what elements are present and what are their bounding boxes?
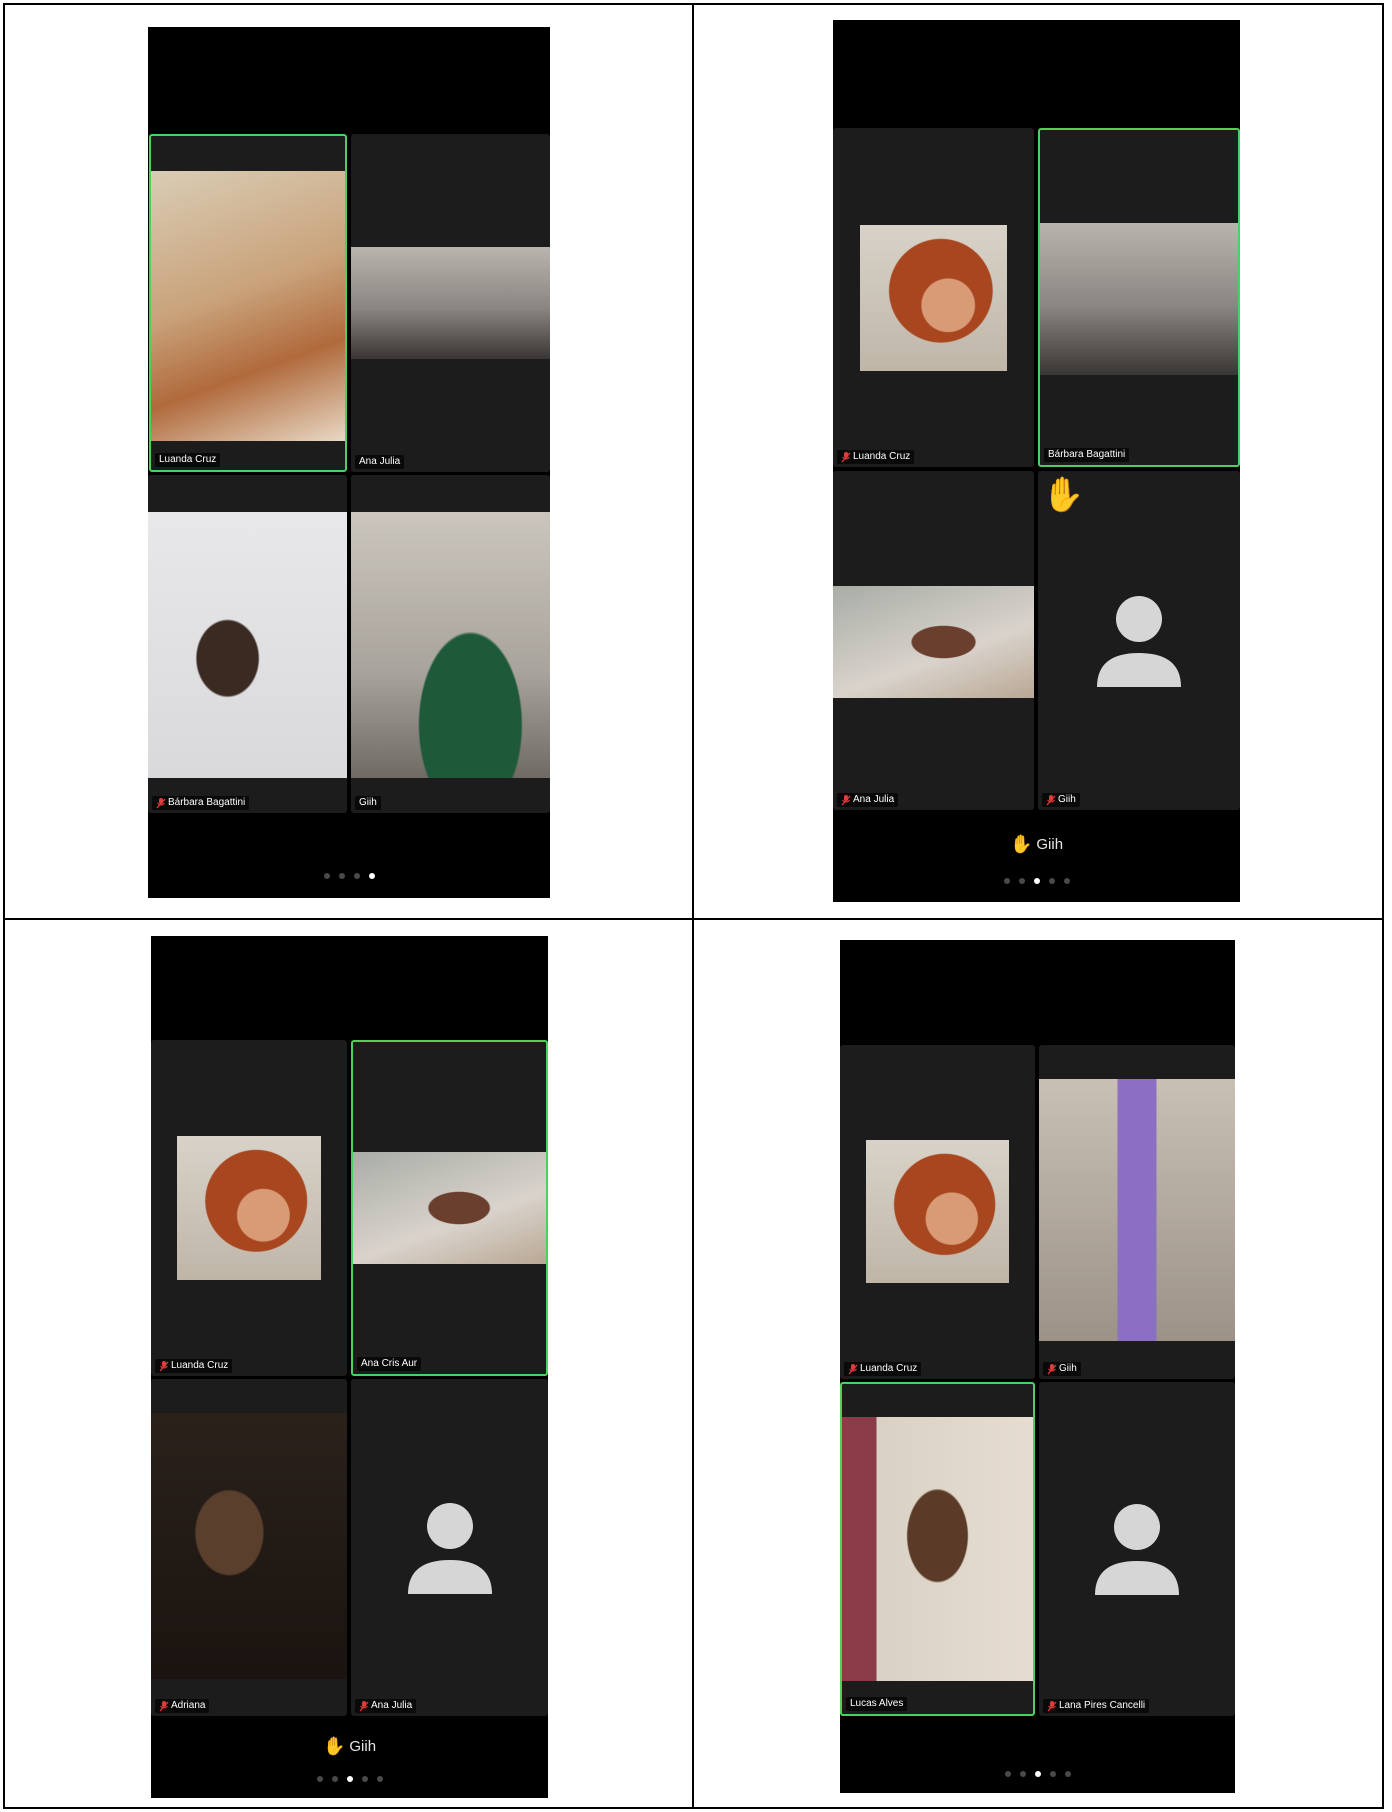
participant-tile[interactable]: Adriana: [151, 1379, 347, 1716]
mic-muted-icon: [159, 1700, 169, 1711]
page-indicator[interactable]: [148, 873, 550, 879]
page-dot[interactable]: [1019, 1771, 1026, 1777]
participant-tile[interactable]: ✋ Giih: [1038, 471, 1240, 810]
participant-video: [177, 1136, 321, 1280]
participant-video: [148, 512, 347, 778]
page-dot[interactable]: [338, 873, 345, 879]
participant-tile[interactable]: Lana Pires Cancelli: [1039, 1382, 1235, 1716]
participant-name-tag: Luanda Cruz: [155, 1359, 233, 1373]
participant-name-tag: Lucas Alves: [846, 1697, 908, 1711]
participant-tile[interactable]: Luanda Cruz: [149, 134, 347, 472]
participant-video: [866, 1140, 1009, 1283]
participant-name-tag: Luanda Cruz: [837, 450, 915, 464]
participant-video: [833, 586, 1034, 698]
zoom-screen-1: Luanda Cruz Ana Julia Bárbara Bagattini …: [148, 27, 550, 898]
participant-video: [151, 1413, 347, 1679]
participant-tile[interactable]: Ana Cris Aur: [351, 1040, 548, 1376]
participant-tile[interactable]: Giih: [351, 475, 550, 813]
page-dot[interactable]: [1064, 1771, 1071, 1777]
participant-video: [353, 1152, 546, 1264]
raised-hand-banner: ✋ Giih: [151, 1736, 548, 1757]
zoom-screen-3: Luanda Cruz Ana Cris Aur Adriana Ana Jul…: [151, 936, 548, 1798]
participant-video: [1040, 223, 1238, 375]
page-dot[interactable]: [1018, 878, 1025, 884]
mic-muted-icon: [841, 794, 851, 805]
page-dot[interactable]: [353, 873, 360, 879]
page-dot[interactable]: [1049, 1771, 1056, 1777]
mic-muted-icon: [156, 797, 166, 808]
participant-tile[interactable]: Giih: [1039, 1045, 1235, 1379]
participant-name-tag: Giih: [355, 796, 381, 810]
table-divider-horizontal: [3, 918, 1384, 920]
page-indicator[interactable]: [833, 878, 1240, 884]
page-dot[interactable]: [376, 1776, 383, 1782]
participant-name-tag: Adriana: [155, 1699, 210, 1713]
mic-muted-icon: [1046, 794, 1056, 805]
page-indicator[interactable]: [840, 1771, 1235, 1777]
page-dot[interactable]: [316, 1776, 323, 1782]
page-dot[interactable]: [1004, 1771, 1011, 1777]
raised-hand-icon: ✋: [322, 1736, 346, 1756]
participant-name-tag: Luanda Cruz: [155, 453, 221, 467]
mic-muted-icon: [359, 1700, 369, 1711]
participant-tile[interactable]: Luanda Cruz: [840, 1045, 1035, 1379]
participant-video: [1039, 1079, 1235, 1341]
page-dot-active[interactable]: [1033, 878, 1040, 884]
raised-hand-name: Giih: [349, 1738, 377, 1755]
participant-tile[interactable]: Bárbara Bagattini: [148, 475, 347, 813]
participant-name-tag: Bárbara Bagattini: [152, 796, 250, 810]
participant-name-tag: Giih: [1042, 793, 1080, 807]
participant-name-tag: Ana Julia: [355, 455, 405, 469]
zoom-screen-4: Luanda Cruz Giih Lucas Alves Lana Pires …: [840, 940, 1235, 1793]
participant-name-tag: Lana Pires Cancelli: [1043, 1699, 1150, 1713]
avatar-placeholder-icon: [407, 1502, 492, 1594]
avatar-placeholder-icon: [1097, 595, 1181, 687]
mic-muted-icon: [1047, 1363, 1057, 1374]
raised-hand-banner: ✋ Giih: [833, 834, 1240, 855]
page-indicator[interactable]: [151, 1776, 548, 1782]
participant-name-tag: Luanda Cruz: [844, 1362, 922, 1376]
participant-name-tag: Bárbara Bagattini: [1044, 448, 1130, 462]
mic-muted-icon: [1047, 1700, 1057, 1711]
participant-tile[interactable]: Bárbara Bagattini: [1038, 128, 1240, 467]
page-dot[interactable]: [1048, 878, 1055, 884]
page-dot[interactable]: [1003, 878, 1010, 884]
participant-name-tag: Ana Julia: [837, 793, 899, 807]
avatar-placeholder-icon: [1095, 1504, 1179, 1595]
page-dot[interactable]: [331, 1776, 338, 1782]
raised-hand-icon: ✋: [1042, 476, 1085, 514]
table-divider-vertical: [692, 3, 694, 1809]
mic-muted-icon: [841, 451, 851, 462]
participant-tile[interactable]: Ana Julia: [351, 134, 550, 472]
page-dot-active[interactable]: [346, 1776, 353, 1782]
participant-tile[interactable]: Lucas Alves: [840, 1382, 1035, 1716]
participant-tile[interactable]: Ana Julia: [351, 1379, 548, 1716]
mic-muted-icon: [159, 1360, 169, 1371]
participant-tile[interactable]: Luanda Cruz: [151, 1040, 347, 1376]
page-dot[interactable]: [1063, 878, 1070, 884]
raised-hand-icon: ✋: [1009, 834, 1033, 854]
participant-video: [151, 171, 345, 441]
participant-video: [351, 512, 550, 778]
raised-hand-name: Giih: [1036, 836, 1064, 853]
mic-muted-icon: [848, 1363, 858, 1374]
page-dot[interactable]: [361, 1776, 368, 1782]
participant-video: [860, 225, 1007, 371]
participant-name-tag: Ana Julia: [355, 1699, 417, 1713]
page-dot-active[interactable]: [368, 873, 375, 879]
zoom-screen-2: Luanda Cruz Bárbara Bagattini Ana Julia …: [833, 20, 1240, 902]
participant-tile[interactable]: Ana Julia: [833, 471, 1034, 810]
page-dot[interactable]: [323, 873, 330, 879]
participant-tile[interactable]: Luanda Cruz: [833, 128, 1034, 467]
participant-video: [351, 247, 550, 359]
participant-video: [842, 1417, 1033, 1681]
participant-name-tag: Ana Cris Aur: [357, 1357, 422, 1371]
participant-name-tag: Giih: [1043, 1362, 1081, 1376]
page-dot-active[interactable]: [1034, 1771, 1041, 1777]
